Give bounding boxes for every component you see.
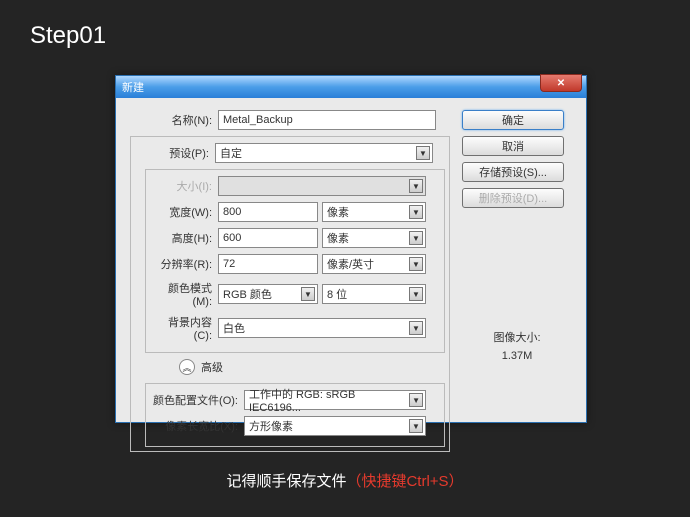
size-label: 大小(I): — [150, 178, 218, 194]
image-size-label: 图像大小: — [462, 330, 572, 348]
size-select: ▼ — [218, 176, 426, 196]
preset-select[interactable]: 自定 ▼ — [215, 143, 433, 163]
chevron-down-icon: ▼ — [409, 205, 423, 219]
name-label: 名称(N): — [130, 112, 218, 128]
save-preset-button[interactable]: 存储预设(S)... — [462, 162, 564, 182]
button-column: 确定 取消 存储预设(S)... 删除预设(D)... 图像大小: 1.37M — [462, 110, 572, 452]
chevron-down-icon: ▼ — [409, 321, 423, 335]
dialog-body: 名称(N): 预设(P): 自定 ▼ 大小(I): ▼ — [116, 98, 586, 464]
size-fieldset: 大小(I): ▼ 宽度(W): 像素 ▼ 高度(H — [145, 169, 445, 353]
chevron-down-icon: ▼ — [416, 146, 430, 160]
delete-preset-button: 删除预设(D)... — [462, 188, 564, 208]
bit-depth-value: 8 位 — [327, 286, 347, 302]
name-input[interactable] — [218, 110, 436, 130]
color-profile-value: 工作中的 RGB: sRGB IEC6196... — [249, 386, 409, 414]
height-input[interactable] — [218, 228, 318, 248]
chevron-down-icon: ▼ — [409, 257, 423, 271]
chevron-down-icon: ▼ — [409, 179, 423, 193]
titlebar[interactable]: 新建 ✕ — [116, 76, 586, 98]
preset-fieldset: 预设(P): 自定 ▼ 大小(I): ▼ 宽度(W): — [130, 136, 450, 452]
height-unit: 像素 — [327, 230, 349, 246]
footer-hint: 记得顺手保存文件（快捷键Ctrl+S） — [0, 470, 690, 491]
color-profile-select[interactable]: 工作中的 RGB: sRGB IEC6196... ▼ — [244, 390, 426, 410]
image-size-info: 图像大小: 1.37M — [462, 330, 572, 365]
background-value: 白色 — [223, 320, 245, 336]
height-unit-select[interactable]: 像素 ▼ — [322, 228, 426, 248]
chevron-down-icon: ▼ — [409, 419, 423, 433]
pixel-aspect-label: 像素长宽比(X): — [150, 418, 244, 434]
background-label: 背景内容(C): — [150, 314, 218, 342]
chevron-down-icon: ▼ — [409, 231, 423, 245]
close-icon: ✕ — [557, 78, 565, 89]
form-area: 名称(N): 预设(P): 自定 ▼ 大小(I): ▼ — [130, 110, 450, 452]
advanced-toggle[interactable]: ︽ 高级 — [179, 359, 445, 375]
preset-label: 预设(P): — [135, 145, 215, 161]
chevron-up-icon: ︽ — [179, 359, 195, 375]
chevron-down-icon: ▼ — [301, 287, 315, 301]
close-button[interactable]: ✕ — [540, 74, 582, 92]
resolution-label: 分辨率(R): — [150, 256, 218, 272]
height-label: 高度(H): — [150, 230, 218, 246]
advanced-label: 高级 — [201, 359, 223, 375]
width-input[interactable] — [218, 202, 318, 222]
chevron-down-icon: ▼ — [409, 393, 423, 407]
footer-text-shortcut: （快捷键Ctrl+S） — [346, 473, 463, 490]
new-document-dialog: 新建 ✕ 名称(N): 预设(P): 自定 ▼ 大 — [115, 75, 587, 423]
color-mode-value: RGB 颜色 — [223, 286, 272, 302]
step-label: Step01 — [30, 22, 106, 50]
width-label: 宽度(W): — [150, 204, 218, 220]
dialog-title: 新建 — [122, 79, 144, 95]
bit-depth-select[interactable]: 8 位 ▼ — [322, 284, 426, 304]
width-unit-select[interactable]: 像素 ▼ — [322, 202, 426, 222]
ok-button[interactable]: 确定 — [462, 110, 564, 130]
advanced-fieldset: 颜色配置文件(O): 工作中的 RGB: sRGB IEC6196... ▼ 像… — [145, 383, 445, 447]
resolution-unit-select[interactable]: 像素/英寸 ▼ — [322, 254, 426, 274]
color-profile-label: 颜色配置文件(O): — [150, 392, 244, 408]
color-mode-select[interactable]: RGB 颜色 ▼ — [218, 284, 318, 304]
pixel-aspect-value: 方形像素 — [249, 418, 293, 434]
width-unit: 像素 — [327, 204, 349, 220]
preset-value: 自定 — [220, 145, 242, 161]
chevron-down-icon: ▼ — [409, 287, 423, 301]
pixel-aspect-select[interactable]: 方形像素 ▼ — [244, 416, 426, 436]
resolution-input[interactable] — [218, 254, 318, 274]
color-mode-label: 颜色模式(M): — [150, 280, 218, 308]
cancel-button[interactable]: 取消 — [462, 136, 564, 156]
background-select[interactable]: 白色 ▼ — [218, 318, 426, 338]
resolution-unit: 像素/英寸 — [327, 256, 374, 272]
footer-text-1: 记得顺手保存文件 — [226, 473, 346, 490]
image-size-value: 1.37M — [462, 348, 572, 366]
